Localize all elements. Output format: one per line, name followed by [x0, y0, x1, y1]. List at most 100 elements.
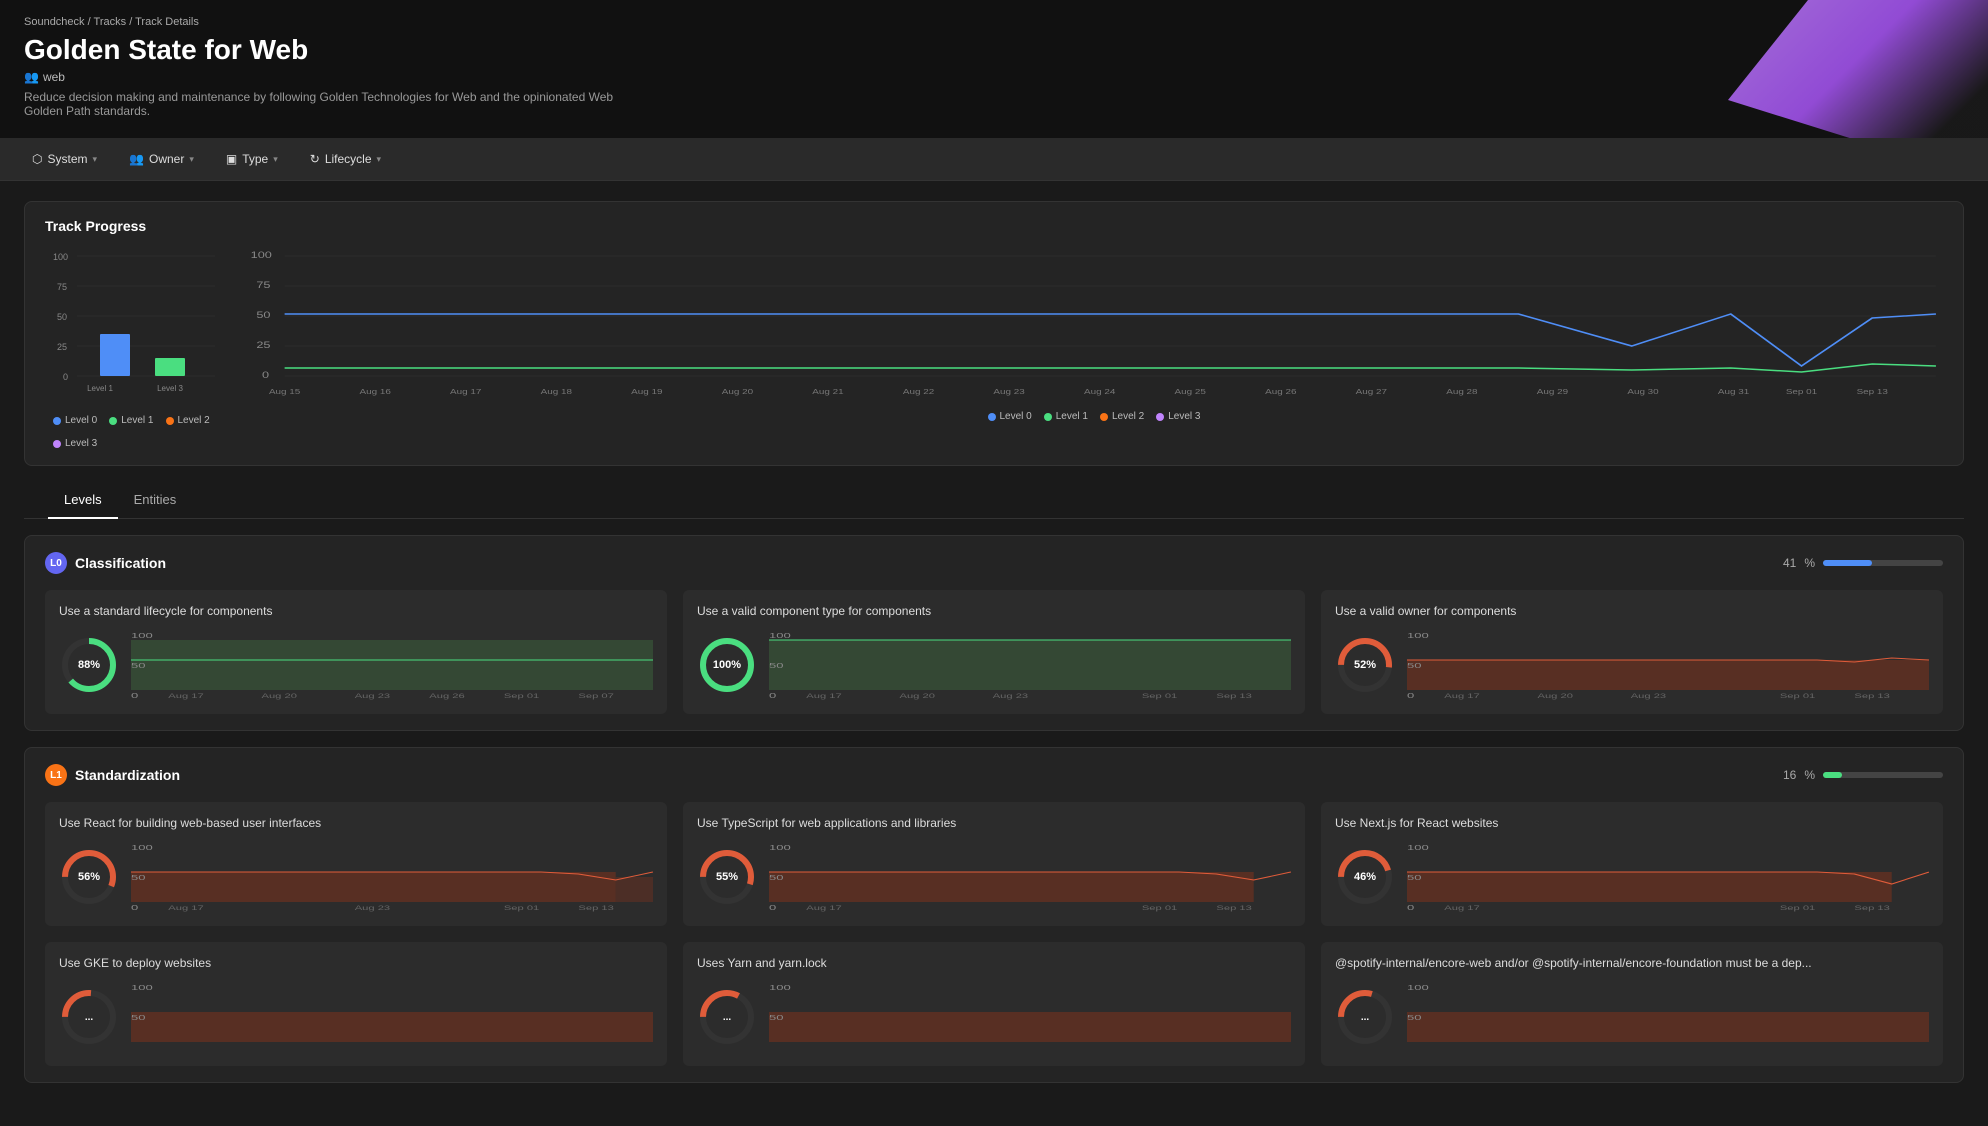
- svg-text:Aug 23: Aug 23: [355, 693, 390, 700]
- donut-chart: 56%: [59, 847, 119, 907]
- filter-system[interactable]: ⬡ System ▾: [24, 148, 105, 170]
- svg-text:Aug 17: Aug 17: [450, 387, 482, 395]
- classification-pct-label: 41: [1783, 556, 1796, 570]
- breadcrumb-root[interactable]: Soundcheck: [24, 16, 85, 28]
- mini-line-chart: 100 50 0 Aug 17 Aug 23 Sep 01 Sep 13: [131, 842, 653, 912]
- svg-text:Aug 17: Aug 17: [806, 905, 841, 912]
- metric-card: Use Next.js for React websites 46%: [1321, 802, 1943, 926]
- svg-text:50: 50: [57, 312, 67, 322]
- breadcrumb-tracks[interactable]: Tracks: [94, 16, 127, 28]
- svg-text:Aug 25: Aug 25: [1175, 387, 1207, 395]
- svg-text:Aug 20: Aug 20: [900, 693, 935, 700]
- mini-line-chart: 100 50: [131, 982, 653, 1052]
- svg-text:100: 100: [769, 845, 791, 852]
- metric-title: @spotify-internal/encore-web and/or @spo…: [1335, 956, 1929, 970]
- svg-text:Aug 26: Aug 26: [429, 693, 464, 700]
- breadcrumb: Soundcheck / Tracks / Track Details: [24, 16, 1964, 28]
- svg-text:Sep 01: Sep 01: [1142, 693, 1177, 700]
- donut-chart: ...: [1335, 987, 1395, 1047]
- svg-text:50: 50: [256, 311, 270, 321]
- svg-text:Sep 07: Sep 07: [578, 693, 613, 700]
- svg-text:100: 100: [131, 985, 153, 992]
- donut-chart: 100%: [697, 635, 757, 695]
- svg-text:Aug 27: Aug 27: [1356, 387, 1388, 395]
- standardization-title: Standardization: [75, 767, 180, 783]
- metric-card-yarn: Uses Yarn and yarn.lock ...: [683, 942, 1305, 1066]
- owner-icon: 👥: [24, 70, 39, 84]
- svg-text:Aug 17: Aug 17: [806, 693, 841, 700]
- filter-owner[interactable]: 👥 Owner ▾: [121, 148, 202, 170]
- svg-text:Aug 23: Aug 23: [993, 387, 1025, 395]
- mini-line-chart: 100 50 0 Aug 17 Sep 01 Sep 13: [769, 842, 1291, 912]
- chevron-down-icon: ▾: [273, 154, 278, 165]
- svg-text:Aug 29: Aug 29: [1537, 387, 1569, 395]
- tab-levels[interactable]: Levels: [48, 482, 118, 519]
- standardization-badge: L1: [45, 764, 67, 786]
- svg-text:0: 0: [131, 693, 138, 700]
- svg-text:Aug 23: Aug 23: [355, 905, 390, 912]
- svg-text:100: 100: [769, 633, 791, 640]
- svg-text:Sep 01: Sep 01: [1142, 905, 1177, 912]
- lifecycle-icon: ↻: [310, 152, 320, 166]
- chevron-down-icon: ▾: [93, 154, 98, 165]
- metric-title: Use TypeScript for web applications and …: [697, 816, 1291, 830]
- standardization-card: L1 Standardization 16% Use React for bui…: [24, 747, 1964, 1083]
- svg-text:75: 75: [57, 282, 67, 292]
- donut-chart: ...: [697, 987, 757, 1047]
- filter-lifecycle[interactable]: ↻ Lifecycle ▾: [302, 148, 389, 170]
- donut-chart: 88%: [59, 635, 119, 695]
- page-owner: 👥 web: [24, 70, 1964, 84]
- donut-chart: 46%: [1335, 847, 1395, 907]
- svg-text:100: 100: [131, 633, 153, 640]
- donut-chart: ...: [59, 987, 119, 1047]
- bar-chart: 100 75 50 25 0: [45, 246, 245, 449]
- svg-text:Sep 01: Sep 01: [1780, 693, 1815, 700]
- svg-text:Sep 13: Sep 13: [1857, 387, 1889, 395]
- classification-metrics: Use a standard lifecycle for components …: [45, 590, 1943, 714]
- svg-text:0: 0: [769, 905, 776, 912]
- svg-text:Aug 17: Aug 17: [168, 905, 203, 912]
- tab-entities[interactable]: Entities: [118, 482, 193, 519]
- svg-text:100: 100: [1407, 985, 1429, 992]
- mini-line-chart: 100 50 0 Aug 17 Aug 20 Aug 23 Sep 01 Sep…: [769, 630, 1291, 700]
- svg-text:0: 0: [1407, 905, 1414, 912]
- track-progress-card: Track Progress 100 75 50 25 0: [24, 201, 1964, 466]
- metric-card: Use React for building web-based user in…: [45, 802, 667, 926]
- svg-text:Sep 01: Sep 01: [1786, 387, 1818, 395]
- svg-text:50: 50: [131, 875, 146, 882]
- classification-badge: L0: [45, 552, 67, 574]
- svg-text:Sep 01: Sep 01: [1780, 905, 1815, 912]
- mini-line-chart: 100 50 0 Aug 17 Sep 01 Sep 13: [1407, 842, 1929, 912]
- svg-text:Sep 13: Sep 13: [1216, 905, 1251, 912]
- svg-text:Aug 20: Aug 20: [722, 387, 754, 395]
- metric-card: Use a standard lifecycle for components …: [45, 590, 667, 714]
- mini-line-chart: 100 50: [1407, 982, 1929, 1052]
- svg-text:Aug 17: Aug 17: [1444, 693, 1479, 700]
- type-icon: ▣: [226, 152, 237, 166]
- svg-text:Sep 01: Sep 01: [504, 905, 539, 912]
- svg-text:0: 0: [769, 693, 776, 700]
- svg-text:50: 50: [131, 663, 146, 670]
- svg-text:50: 50: [769, 1015, 784, 1022]
- svg-text:0: 0: [262, 371, 269, 381]
- svg-text:Aug 18: Aug 18: [541, 387, 573, 395]
- main-content: Track Progress 100 75 50 25 0: [0, 181, 1988, 1119]
- owner-filter-icon: 👥: [129, 152, 144, 166]
- svg-text:25: 25: [57, 342, 67, 352]
- metric-title: Use GKE to deploy websites: [59, 956, 653, 970]
- svg-text:Aug 22: Aug 22: [903, 387, 935, 395]
- metric-title: Uses Yarn and yarn.lock: [697, 956, 1291, 970]
- svg-text:Sep 01: Sep 01: [504, 693, 539, 700]
- svg-text:Aug 23: Aug 23: [1631, 693, 1666, 700]
- bar-chart-legend: Level 0 Level 1 Level 2 Level 3: [45, 415, 245, 449]
- filter-type[interactable]: ▣ Type ▾: [218, 148, 286, 170]
- metric-card-encore: @spotify-internal/encore-web and/or @spo…: [1321, 942, 1943, 1066]
- svg-text:75: 75: [256, 281, 270, 291]
- metric-card: Use a valid owner for components 52%: [1321, 590, 1943, 714]
- chevron-down-icon: ▾: [189, 154, 194, 165]
- metric-card: Use a valid component type for component…: [683, 590, 1305, 714]
- svg-text:50: 50: [769, 663, 784, 670]
- bar-chart-svg: 100 75 50 25 0: [45, 246, 225, 406]
- donut-chart: 52%: [1335, 635, 1395, 695]
- standardization-pct-row: 16%: [1783, 768, 1943, 782]
